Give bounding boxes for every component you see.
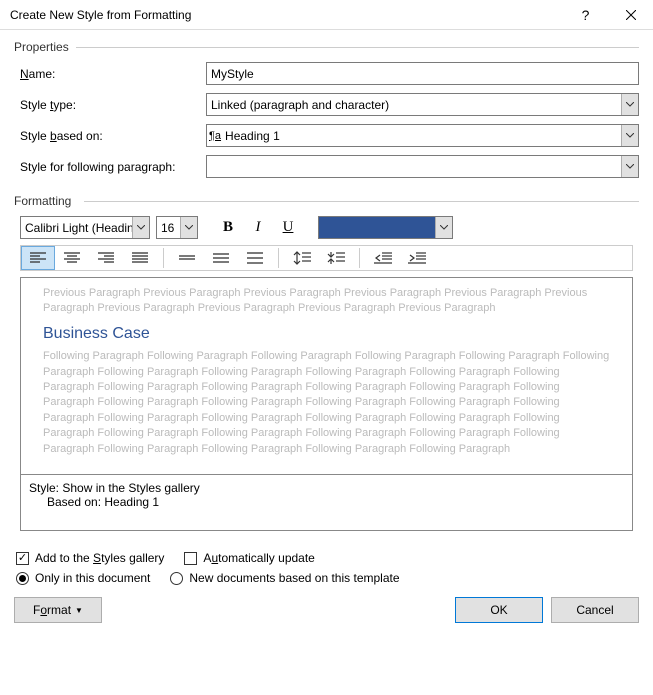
chevron-down-icon xyxy=(180,217,197,238)
style-description: Style: Show in the Styles gallery Based … xyxy=(20,475,633,531)
ok-button[interactable]: OK xyxy=(455,597,543,623)
name-input[interactable] xyxy=(206,62,639,85)
font-family-select[interactable]: Calibri Light (Headings) xyxy=(20,216,150,239)
align-center-button[interactable] xyxy=(55,246,89,270)
align-right-button[interactable] xyxy=(89,246,123,270)
chevron-down-icon xyxy=(621,94,638,115)
name-label: Name: xyxy=(20,67,206,81)
checkbox-icon xyxy=(16,552,29,565)
line-spacing-1-button[interactable] xyxy=(170,246,204,270)
properties-legend: Properties xyxy=(14,40,639,54)
following-para-label: Style for following paragraph: xyxy=(20,160,206,174)
space-before-increase-button[interactable] xyxy=(285,246,319,270)
based-on-select[interactable]: ¶aHeading 1 xyxy=(206,124,639,147)
italic-button[interactable]: I xyxy=(246,216,270,239)
properties-group: Properties Name: Style type: Linked (par… xyxy=(14,40,639,186)
cancel-button[interactable]: Cancel xyxy=(551,597,639,623)
formatting-group: Formatting Calibri Light (Headings) 16 B… xyxy=(14,194,639,543)
add-to-gallery-checkbox[interactable]: Add to the Styles gallery xyxy=(16,551,164,565)
radio-icon xyxy=(16,572,29,585)
separator xyxy=(163,248,164,268)
new-documents-radio[interactable]: New documents based on this template xyxy=(170,571,399,585)
paragraph-icon: ¶a xyxy=(209,130,221,142)
underline-button[interactable]: U xyxy=(276,216,300,239)
style-type-label: Style type: xyxy=(20,98,206,112)
only-this-document-radio[interactable]: Only in this document xyxy=(16,571,150,585)
space-before-decrease-button[interactable] xyxy=(319,246,353,270)
align-justify-button[interactable] xyxy=(123,246,157,270)
font-size-select[interactable]: 16 xyxy=(156,216,198,239)
checkbox-icon xyxy=(184,552,197,565)
radio-icon xyxy=(170,572,183,585)
titlebar: Create New Style from Formatting ? xyxy=(0,0,653,30)
separator xyxy=(278,248,279,268)
chevron-down-icon xyxy=(435,217,452,238)
chevron-down-icon xyxy=(621,125,638,146)
format-button[interactable]: Format▼ xyxy=(14,597,102,623)
chevron-down-icon: ▼ xyxy=(75,606,83,615)
based-on-label: Style based on: xyxy=(20,129,206,143)
dialog-title: Create New Style from Formatting xyxy=(10,8,563,22)
paragraph-toolbar xyxy=(20,245,633,271)
description-line-2: Based on: Heading 1 xyxy=(29,495,624,509)
help-button[interactable]: ? xyxy=(563,0,608,30)
font-color-select[interactable] xyxy=(318,216,453,239)
style-preview: Previous Paragraph Previous Paragraph Pr… xyxy=(20,277,633,475)
line-spacing-2-button[interactable] xyxy=(238,246,272,270)
color-swatch xyxy=(319,217,435,238)
align-left-button[interactable] xyxy=(21,246,55,270)
bold-button[interactable]: B xyxy=(216,216,240,239)
description-line-1: Style: Show in the Styles gallery xyxy=(29,481,624,495)
auto-update-checkbox[interactable]: Automatically update xyxy=(184,551,314,565)
chevron-down-icon xyxy=(621,156,638,177)
preview-sample-text: Business Case xyxy=(43,323,610,345)
chevron-down-icon xyxy=(132,217,149,238)
style-type-select[interactable]: Linked (paragraph and character) xyxy=(206,93,639,116)
increase-indent-button[interactable] xyxy=(400,246,434,270)
close-icon xyxy=(626,10,636,20)
decrease-indent-button[interactable] xyxy=(366,246,400,270)
preview-previous-text: Previous Paragraph Previous Paragraph Pr… xyxy=(43,286,610,317)
following-para-select[interactable] xyxy=(206,155,639,178)
line-spacing-15-button[interactable] xyxy=(204,246,238,270)
preview-following-text: Following Paragraph Following Paragraph … xyxy=(43,349,610,457)
separator xyxy=(359,248,360,268)
close-button[interactable] xyxy=(608,0,653,30)
formatting-legend: Formatting xyxy=(14,194,639,208)
